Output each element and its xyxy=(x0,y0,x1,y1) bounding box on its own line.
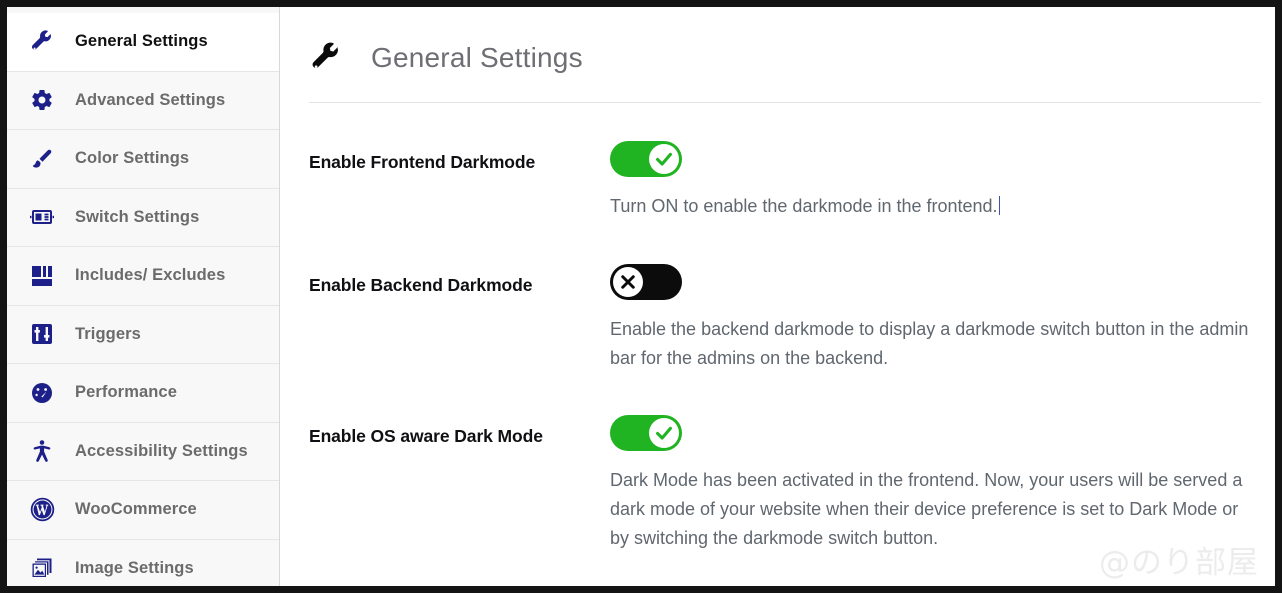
browser-window: General Settings Advanced Settings Color… xyxy=(0,0,1282,593)
setting-description-text: Turn ON to enable the darkmode in the fr… xyxy=(610,196,998,216)
wrench-icon xyxy=(309,41,343,75)
page-header: General Settings xyxy=(309,31,1275,85)
sidebar-item-label: Performance xyxy=(75,383,177,402)
sidebar-item-label: Advanced Settings xyxy=(75,90,226,109)
gauge-icon xyxy=(29,380,55,406)
setting-description: Enable the backend darkmode to display a… xyxy=(610,319,1249,368)
sidebar-item-label: Switch Settings xyxy=(75,207,200,226)
toggle-enable-frontend-darkmode[interactable] xyxy=(610,141,682,177)
sidebar-item-label: Color Settings xyxy=(75,149,190,168)
setting-control-group: Enable the backend darkmode to display a… xyxy=(610,264,1275,373)
sidebar-item-label: General Settings xyxy=(75,32,208,51)
sidebar-item-includes-excludes[interactable]: Includes/ Excludes xyxy=(7,247,279,306)
paintbrush-icon xyxy=(29,146,55,172)
sidebar-item-accessibility-settings[interactable]: Accessibility Settings xyxy=(7,422,279,481)
settings-page: General Settings Advanced Settings Color… xyxy=(7,7,1275,586)
setting-label: Enable Frontend Darkmode xyxy=(309,152,536,172)
sidebar-item-advanced-settings[interactable]: Advanced Settings xyxy=(7,71,279,130)
sidebar-item-label: Triggers xyxy=(75,324,141,343)
cross-icon xyxy=(621,275,635,289)
wordpress-icon xyxy=(29,497,55,523)
toggle-enable-os-aware-dark-mode[interactable] xyxy=(610,415,682,451)
setting-control-group: Dark Mode has been activated in the fron… xyxy=(610,415,1275,553)
toggle-knob xyxy=(613,267,643,297)
toggle-knob xyxy=(649,418,679,448)
sidebar-item-image-settings[interactable]: Image Settings xyxy=(7,539,279,586)
setting-row-frontend-darkmode: Enable Frontend Darkmode Turn ON to enab… xyxy=(309,141,1275,221)
header-divider xyxy=(309,102,1261,103)
sidebar-item-label: Includes/ Excludes xyxy=(75,266,226,285)
settings-main-panel: General Settings Enable Frontend Darkmod… xyxy=(280,7,1275,586)
sidebar-item-color-settings[interactable]: Color Settings xyxy=(7,130,279,189)
gear-icon xyxy=(29,87,55,113)
wrench-icon xyxy=(29,29,55,55)
setting-control-group: Turn ON to enable the darkmode in the fr… xyxy=(610,141,1275,221)
toggle-knob xyxy=(649,144,679,174)
toggle-enable-backend-darkmode[interactable] xyxy=(610,264,682,300)
layout-blocks-icon xyxy=(29,263,55,289)
sidebar-item-label: Image Settings xyxy=(75,558,194,577)
setting-label: Enable Backend Darkmode xyxy=(309,275,533,295)
setting-row-backend-darkmode: Enable Backend Darkmode Enable the backe… xyxy=(309,264,1275,373)
check-icon xyxy=(656,152,672,166)
settings-sidebar: General Settings Advanced Settings Color… xyxy=(7,7,280,586)
accessibility-icon xyxy=(29,438,55,464)
setting-description: Turn ON to enable the darkmode in the fr… xyxy=(610,192,1250,221)
sidebar-item-triggers[interactable]: Triggers xyxy=(7,305,279,364)
sidebar-item-switch-settings[interactable]: Switch Settings xyxy=(7,188,279,247)
sidebar-item-woocommerce[interactable]: WooCommerce xyxy=(7,481,279,540)
sidebar-item-label: WooCommerce xyxy=(75,500,197,519)
setting-row-os-aware-dark-mode: Enable OS aware Dark Mode Dark Mode has … xyxy=(309,415,1275,553)
images-icon xyxy=(29,555,55,581)
setting-label: Enable OS aware Dark Mode xyxy=(309,426,543,446)
check-icon xyxy=(656,426,672,440)
switch-icon xyxy=(29,204,55,230)
page-title: General Settings xyxy=(371,42,583,73)
setting-description: Dark Mode has been activated in the fron… xyxy=(610,470,1243,548)
sidebar-item-general-settings[interactable]: General Settings xyxy=(7,13,279,72)
sliders-icon xyxy=(29,321,55,347)
sidebar-item-performance[interactable]: Performance xyxy=(7,364,279,423)
sidebar-item-label: Accessibility Settings xyxy=(75,441,248,460)
text-cursor xyxy=(998,196,1000,215)
